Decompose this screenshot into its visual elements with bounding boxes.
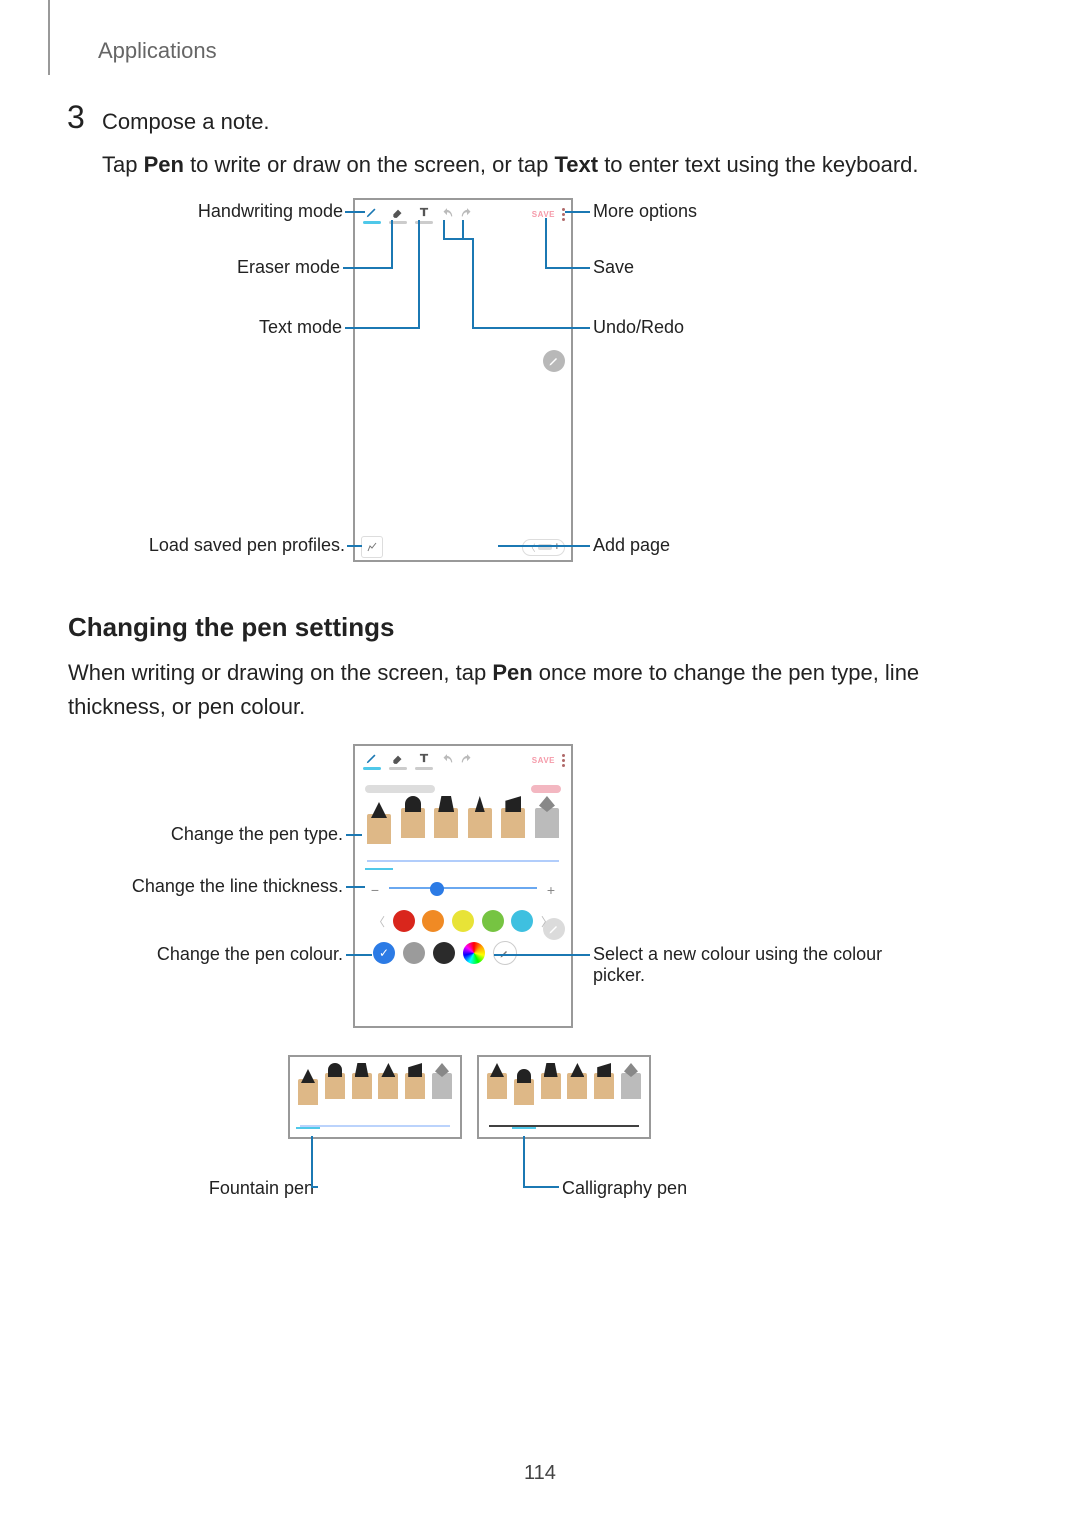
- pen-settings-panel-header: [365, 780, 561, 798]
- callout-fountain-pen: Fountain pen: [204, 1178, 314, 1199]
- callout-more-options: More options: [593, 201, 697, 222]
- note-editor-screenshot: SAVE 〈+: [353, 198, 573, 562]
- colour-swatch: [433, 942, 455, 964]
- callout-undo-redo: Undo/Redo: [593, 317, 684, 338]
- chevron-left-icon: 〈: [373, 913, 385, 930]
- eraser-mode-icon: [385, 747, 411, 773]
- callout-add-page: Add page: [593, 535, 670, 556]
- colour-swatch: [511, 910, 533, 932]
- callout-eraser-mode: Eraser mode: [230, 257, 340, 278]
- step-body: Tap Pen to write or draw on the screen, …: [102, 148, 972, 182]
- more-options-icon: [557, 747, 571, 773]
- section-rule: [48, 0, 50, 75]
- colour-picker-icon: [493, 941, 517, 965]
- colour-swatch: [452, 910, 474, 932]
- callout-pen-profiles: Load saved pen profiles.: [135, 535, 345, 556]
- pen-colour-row-1: 〈 〉: [373, 908, 553, 934]
- colour-swatch: [403, 942, 425, 964]
- pen-type-row: [367, 800, 559, 858]
- text-mode-icon: [411, 747, 437, 773]
- page-navigator: 〈+: [522, 539, 565, 556]
- pen-type-highlighter-icon: [535, 808, 559, 858]
- line-thickness-slider: − +: [369, 878, 557, 902]
- minus-icon: −: [369, 882, 381, 898]
- pen-colour-row-2: ✓: [373, 940, 553, 966]
- save-button: SAVE: [530, 747, 557, 773]
- calligraphy-pen-thumbnail: [477, 1055, 651, 1139]
- step-title: Compose a note.: [102, 109, 270, 135]
- editor-footer: 〈+: [355, 534, 571, 560]
- callout-pen-colour: Change the pen colour.: [153, 944, 343, 965]
- colour-swatch: [422, 910, 444, 932]
- pen-profiles-icon: [361, 536, 383, 558]
- subsection-heading: Changing the pen settings: [68, 612, 394, 643]
- eraser-mode-icon: [385, 201, 411, 227]
- undo-icon: [437, 201, 457, 227]
- floating-pen-icon: [543, 350, 565, 372]
- callout-save: Save: [593, 257, 634, 278]
- section-header: Applications: [98, 38, 217, 64]
- add-page-icon: +: [554, 541, 560, 553]
- redo-icon: [457, 747, 477, 773]
- pen-mode-icon: [359, 747, 385, 773]
- pen-type-marker-icon: [501, 808, 525, 858]
- callout-pen-type: Change the pen type.: [163, 824, 343, 845]
- colour-swatch-selected: ✓: [373, 942, 395, 964]
- colour-spectrum-icon: [463, 942, 485, 964]
- pen-type-fountain-icon: [367, 814, 391, 864]
- page-number: 114: [0, 1462, 1080, 1485]
- floating-pen-icon: [543, 918, 565, 940]
- plus-icon: +: [545, 882, 557, 898]
- callout-text-mode: Text mode: [247, 317, 342, 338]
- more-options-icon: [557, 201, 571, 227]
- callout-calligraphy-pen: Calligraphy pen: [562, 1178, 687, 1199]
- save-button: SAVE: [530, 201, 557, 227]
- pen-type-pen-icon: [434, 808, 458, 858]
- callout-line-thickness: Change the line thickness.: [113, 876, 343, 897]
- callout-colour-picker: Select a new colour using the colour pic…: [593, 944, 893, 986]
- step-number: 3: [67, 99, 85, 136]
- colour-swatch: [482, 910, 504, 932]
- redo-icon: [457, 201, 477, 227]
- subsection-body: When writing or drawing on the screen, t…: [68, 656, 988, 724]
- editor-toolbar: SAVE: [355, 746, 571, 774]
- undo-icon: [437, 747, 457, 773]
- fountain-pen-thumbnail: [288, 1055, 462, 1139]
- text-mode-icon: [411, 201, 437, 227]
- pen-type-calligraphy-icon: [401, 808, 425, 858]
- pen-type-pencil-icon: [468, 808, 492, 858]
- pen-mode-icon: [359, 201, 385, 227]
- pen-settings-screenshot: SAVE − + 〈 〉 ✓: [353, 744, 573, 1028]
- colour-swatch: [393, 910, 415, 932]
- callout-handwriting-mode: Handwriting mode: [183, 201, 343, 222]
